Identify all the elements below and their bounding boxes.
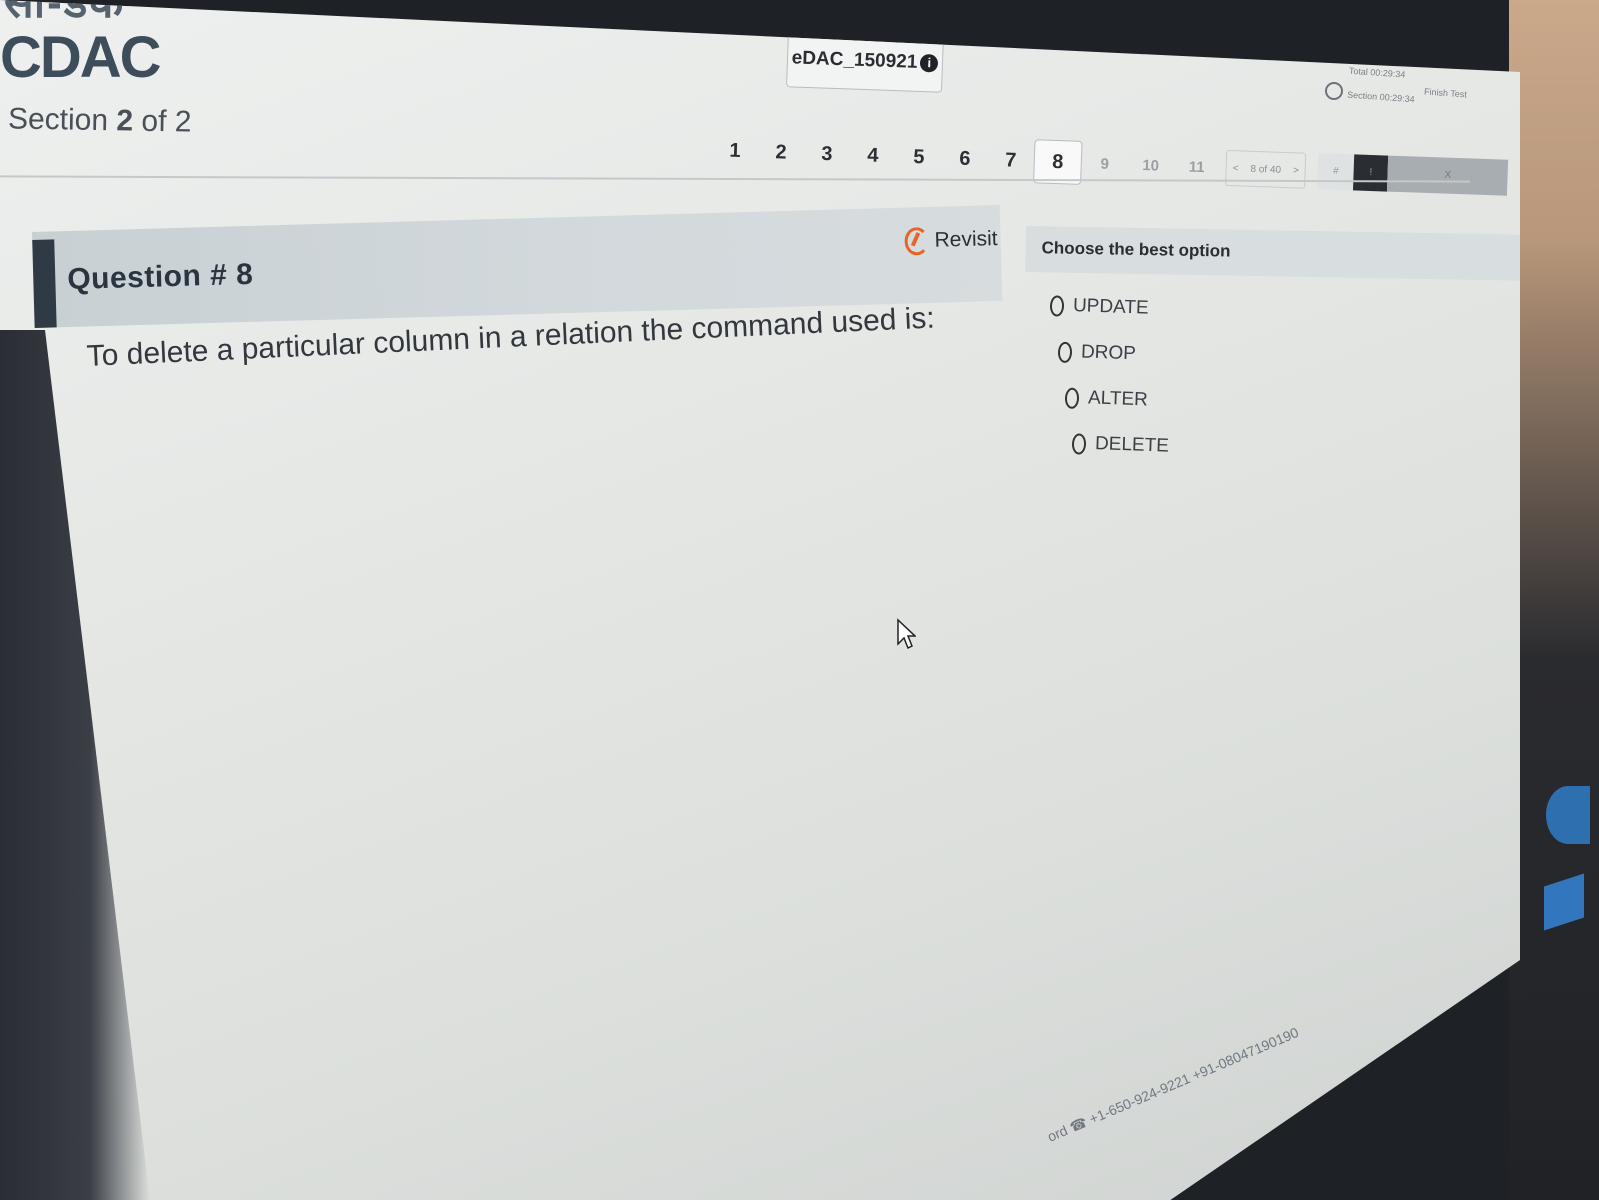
question-navigator: 1 2 3 4 5 6 7 8 9 10 11 < 8 of 40 > # ! … [711, 128, 1509, 200]
footer-contact: ord ☎ +1-650-924-9221 +91-08047190190 [1045, 1024, 1301, 1145]
question-nav-1[interactable]: 1 [712, 139, 759, 164]
question-nav-6[interactable]: 6 [941, 147, 988, 172]
question-nav-3[interactable]: 3 [804, 142, 851, 167]
question-nav-4[interactable]: 4 [850, 143, 897, 168]
pager-next-button[interactable]: > [1287, 165, 1305, 177]
question-pager: < 8 of 40 > [1225, 149, 1307, 189]
question-nav-7[interactable]: 7 [987, 148, 1034, 173]
option-label: UPDATE [1072, 295, 1150, 319]
mouse-cursor-icon [897, 618, 916, 650]
timer-section: Section 00:29:34 [1346, 89, 1415, 105]
clock-icon [1325, 82, 1343, 100]
revisit-icon [904, 226, 929, 256]
revisit-label: Revisit [934, 227, 998, 252]
question-nav-8-current[interactable]: 8 [1033, 139, 1083, 185]
finish-test-button[interactable]: Finish Test [1424, 87, 1467, 100]
question-title: Question # 8 [66, 257, 254, 297]
question-nav-11[interactable]: 11 [1173, 158, 1220, 177]
exam-id-text: eDAC_150921 [791, 47, 918, 73]
option-drop[interactable]: DROP [1057, 341, 1137, 366]
revisit-button[interactable]: Revisit [904, 225, 998, 256]
option-alter[interactable]: ALTER [1064, 387, 1149, 412]
info-icon[interactable]: i [919, 53, 939, 73]
radio-icon[interactable] [1071, 432, 1087, 455]
background-surface [1509, 0, 1599, 1200]
logo-text: CDAC [0, 25, 162, 90]
option-label: DROP [1080, 341, 1137, 365]
timer-total: Total 00:29:34 [1348, 65, 1406, 80]
nav-tools: # ! X [1317, 153, 1509, 196]
question-nav-10[interactable]: 10 [1127, 156, 1174, 175]
pager-label: 8 of 40 [1250, 163, 1282, 176]
option-delete[interactable]: DELETE [1071, 432, 1170, 457]
exam-screen: सी-डैक CDAC Section 2 of 2 eDAC_150921 i… [0, 0, 1520, 1200]
grid-view-button[interactable]: # [1317, 153, 1355, 191]
cdac-logo: सी-डैक CDAC [0, 0, 190, 92]
radio-icon[interactable] [1049, 294, 1065, 317]
timer-meta: Total 00:29:34 Section 00:29:34 [1347, 66, 1417, 105]
close-panel-button[interactable]: X [1387, 155, 1509, 196]
options-header: Choose the best option [1025, 226, 1520, 281]
chat-widget-icon[interactable] [1546, 786, 1590, 844]
section-indicator: Section 2 of 2 [7, 102, 192, 139]
radio-icon[interactable] [1057, 341, 1073, 363]
question-nav-5[interactable]: 5 [895, 145, 942, 170]
option-label: DELETE [1094, 433, 1170, 457]
option-update[interactable]: UPDATE [1049, 294, 1150, 319]
question-nav-9[interactable]: 9 [1081, 154, 1128, 173]
options-heading: Choose the best option [1041, 238, 1231, 261]
question-nav-2[interactable]: 2 [758, 140, 805, 165]
pager-prev-button[interactable]: < [1226, 162, 1244, 174]
option-label: ALTER [1087, 387, 1149, 411]
flag-button[interactable]: ! [1353, 154, 1389, 192]
exam-id-badge[interactable]: eDAC_150921 i [786, 29, 944, 93]
question-accent-bar [32, 239, 57, 328]
radio-icon[interactable] [1064, 387, 1080, 409]
